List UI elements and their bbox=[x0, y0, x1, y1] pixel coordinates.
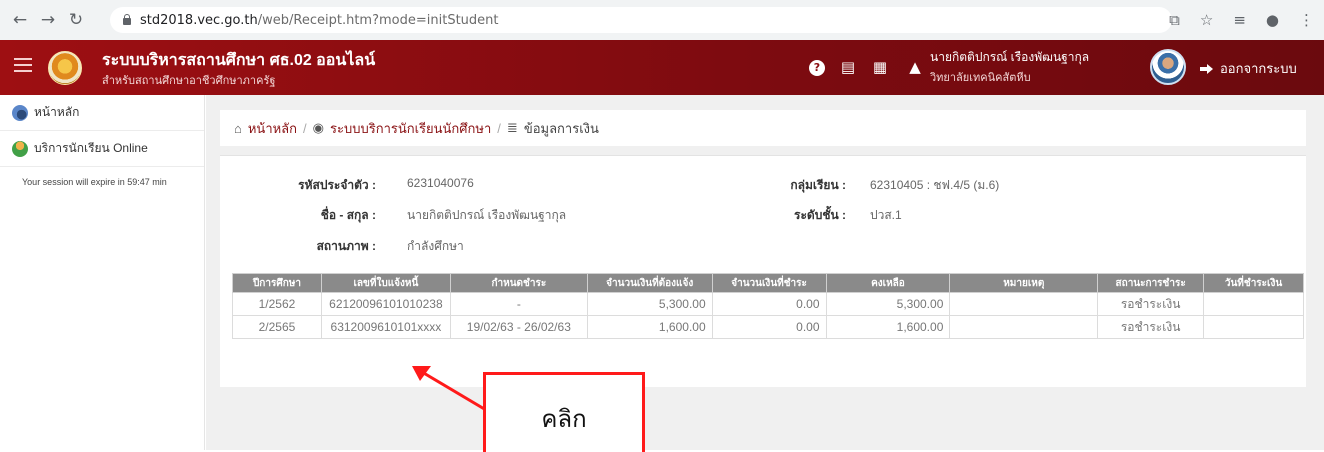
lock-icon bbox=[122, 14, 132, 25]
table-cell: 0.00 bbox=[711, 315, 827, 339]
session-timer: Your session will expire in 59:47 min bbox=[22, 177, 167, 187]
group-value: 62310405 : ชฟ.4/5 (ม.6) bbox=[870, 178, 1000, 192]
logout-label: ออกจากระบบ bbox=[1220, 61, 1297, 76]
annotation-label: คลิก bbox=[541, 405, 587, 433]
col-header: หมายเหตุ bbox=[949, 273, 1099, 293]
main-content: ⌂ หน้าหลัก / ◉ ระบบบริการนักเรียนนักศึกษ… bbox=[206, 95, 1324, 450]
table-row: 1/2562 62120096101010238 - 5,300.00 0.00… bbox=[232, 292, 1304, 316]
address-bar[interactable]: std2018.vec.go.th/web/Receipt.htm?mode=i… bbox=[110, 7, 1172, 33]
col-header: จำนวนเงินที่ต้องแจ้ง bbox=[586, 273, 713, 293]
table-cell: 1,600.00 bbox=[825, 315, 951, 339]
table-cell: 19/02/63 - 26/02/63 bbox=[449, 315, 588, 339]
group-label: กลุ่มเรียน : bbox=[790, 178, 846, 192]
help-icon[interactable]: ? bbox=[809, 60, 825, 76]
bell-icon[interactable]: ▲ bbox=[905, 58, 925, 76]
app-title: ระบบบริหารสถานศึกษา ศธ.02 ออนไลน์ bbox=[102, 52, 376, 69]
table-cell: 5,300.00 bbox=[825, 292, 951, 316]
breadcrumb-home[interactable]: หน้าหลัก bbox=[248, 118, 297, 139]
table-cell: รอชำระเงิน bbox=[1097, 292, 1205, 316]
table-header-row: ปีการศึกษา เลขที่ใบแจ้งหนี้ กำหนดชำระ จำ… bbox=[232, 273, 1304, 293]
finance-panel: รหัสประจำตัว : 6231040076 ชื่อ - สกุล : … bbox=[220, 155, 1306, 387]
menu-icon[interactable]: ⋮ bbox=[1299, 11, 1314, 29]
book-icon[interactable]: ▤ bbox=[838, 58, 858, 76]
student-status-label: สถานภาพ : bbox=[316, 239, 376, 253]
col-header: เลขที่ใบแจ้งหนี้ bbox=[320, 273, 451, 293]
sidebar-item-home[interactable]: หน้าหลัก bbox=[0, 95, 204, 131]
payment-table: ปีการศึกษา เลขที่ใบแจ้งหนี้ กำหนดชำระ จำ… bbox=[232, 273, 1304, 339]
back-icon[interactable]: ← bbox=[8, 10, 32, 30]
table-cell: 1/2562 bbox=[232, 292, 322, 316]
browser-toolbar: ← → ↻ std2018.vec.go.th/web/Receipt.htm?… bbox=[0, 0, 1324, 40]
hamburger-icon[interactable] bbox=[14, 58, 32, 72]
student-name-value: นายกิตติปกรณ์ เรืองพัฒนฐากุล bbox=[407, 208, 567, 222]
user-name[interactable]: นายกิตติปกรณ์ เรืองพัฒนฐากุล bbox=[930, 48, 1089, 67]
reload-icon[interactable]: ↻ bbox=[64, 10, 88, 30]
app-subtitle: สำหรับสถานศึกษาอาชีวศึกษาภาครัฐ bbox=[102, 75, 276, 87]
annotation-callout: คลิก bbox=[483, 372, 645, 452]
sidebar-item-label: บริการนักเรียน Online bbox=[34, 141, 148, 155]
table-cell: 2/2565 bbox=[232, 315, 322, 339]
avatar[interactable] bbox=[1150, 49, 1186, 85]
student-name-label: ชื่อ - สกุล : bbox=[320, 208, 376, 222]
home-icon: ⌂ bbox=[234, 120, 242, 136]
table-cell bbox=[1203, 292, 1304, 316]
url-path: /web/Receipt.htm?mode=initStudent bbox=[257, 12, 499, 28]
col-header: วันที่ชำระเงิน bbox=[1203, 273, 1304, 293]
dashboard-icon bbox=[12, 104, 28, 121]
col-header: กำหนดชำระ bbox=[449, 273, 588, 293]
sidebar-item-label: หน้าหลัก bbox=[34, 105, 80, 119]
sidebar: หน้าหลัก บริการนักเรียน Online Your sess… bbox=[0, 95, 205, 450]
level-label: ระดับชั้น : bbox=[794, 208, 846, 222]
table-cell: 1,600.00 bbox=[586, 315, 713, 339]
student-status-value: กำลังศึกษา bbox=[407, 239, 464, 253]
table-cell: 0.00 bbox=[711, 292, 827, 316]
star-icon[interactable]: ☆ bbox=[1200, 11, 1213, 29]
forward-icon[interactable]: → bbox=[36, 10, 60, 30]
col-header: คงเหลือ bbox=[825, 273, 951, 293]
profile-icon[interactable]: ● bbox=[1266, 11, 1279, 29]
table-cell: 5,300.00 bbox=[586, 292, 713, 316]
user-circle-icon: ◉ bbox=[312, 120, 324, 135]
table-cell: - bbox=[449, 292, 588, 316]
calendar-icon[interactable]: ▦ bbox=[870, 58, 890, 76]
level-value: ปวส.1 bbox=[870, 208, 902, 222]
url-host: std2018.vec.go.th bbox=[140, 12, 258, 28]
table-row: 2/2565 6312009610101xxxx 19/02/63 - 26/0… bbox=[232, 315, 1304, 339]
table-cell bbox=[949, 292, 1099, 316]
table-cell bbox=[949, 315, 1099, 339]
table-cell bbox=[1203, 315, 1304, 339]
app-header: ระบบบริหารสถานศึกษา ศธ.02 ออนไลน์ สำหรับ… bbox=[0, 40, 1324, 95]
col-header: จำนวนเงินที่ชำระ bbox=[711, 273, 827, 293]
invoice-link[interactable]: 62120096101010238 bbox=[320, 292, 451, 316]
col-header: สถานะการชำระ bbox=[1097, 273, 1205, 293]
user-school: วิทยาลัยเทคนิคสัตหีบ bbox=[930, 72, 1031, 84]
student-icon bbox=[12, 140, 28, 157]
breadcrumb-service[interactable]: ระบบบริการนักเรียนนักศึกษา bbox=[330, 118, 491, 139]
breadcrumb: ⌂ หน้าหลัก / ◉ ระบบบริการนักเรียนนักศึกษ… bbox=[220, 110, 1306, 146]
logout-icon bbox=[1200, 62, 1214, 76]
translate-icon[interactable]: ⧉ bbox=[1169, 11, 1180, 29]
playlist-icon[interactable]: ≡ bbox=[1233, 11, 1246, 29]
list-icon: ≣ bbox=[506, 120, 518, 135]
col-header: ปีการศึกษา bbox=[232, 273, 322, 293]
invoice-link[interactable]: 6312009610101xxxx bbox=[320, 315, 451, 339]
student-id-value: 6231040076 bbox=[407, 176, 474, 190]
student-id-label: รหัสประจำตัว : bbox=[298, 178, 376, 192]
table-cell: รอชำระเงิน bbox=[1097, 315, 1205, 339]
school-logo bbox=[48, 51, 82, 85]
sidebar-item-student-service[interactable]: บริการนักเรียน Online bbox=[0, 131, 204, 167]
breadcrumb-current: ข้อมูลการเงิน bbox=[523, 120, 599, 136]
logout-button[interactable]: ออกจากระบบ bbox=[1200, 58, 1297, 79]
